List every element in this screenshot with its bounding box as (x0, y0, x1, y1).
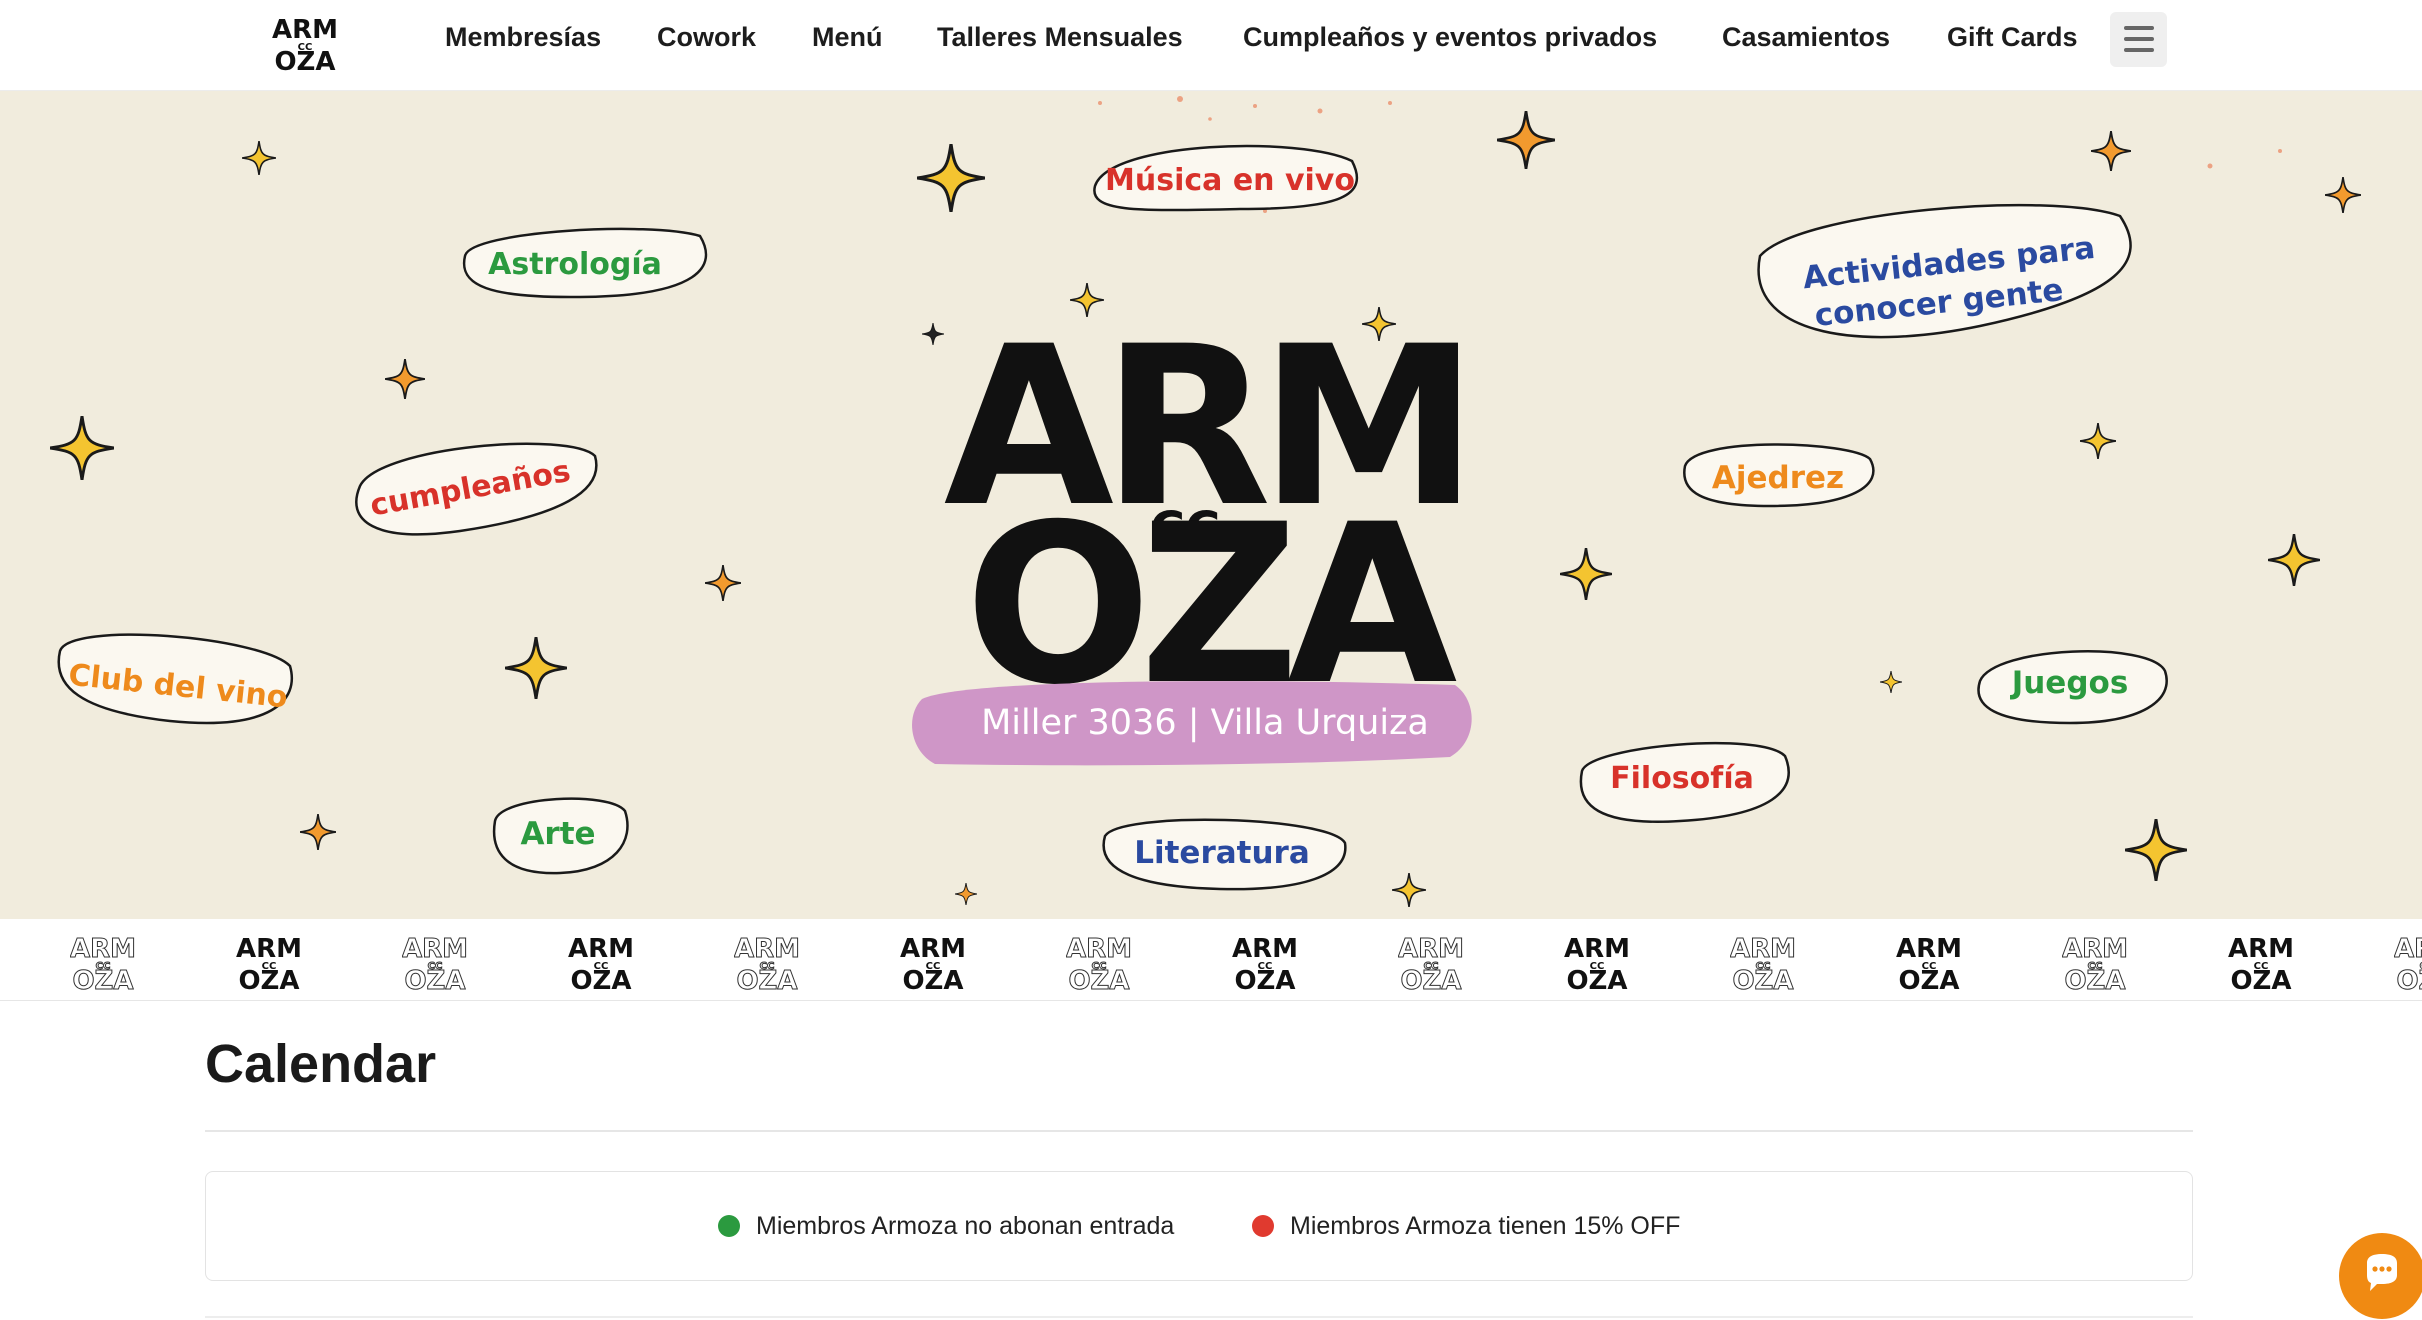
strip-logo-icon: ARMCCOZA (734, 934, 800, 994)
nav-talleres-mensuales[interactable]: Talleres Mensuales (937, 22, 1183, 53)
svg-text:OZA: OZA (736, 966, 797, 993)
svg-text:OZA: OZA (1732, 966, 1793, 993)
svg-text:Literatura: Literatura (1134, 835, 1310, 871)
tag-ajedrez: Ajedrez (1683, 443, 1875, 508)
nav-cumpleanos-eventos[interactable]: Cumpleaños y eventos privados (1243, 22, 1657, 53)
tag-filosofia: Filosofía (1579, 741, 1790, 823)
svg-text:ARM: ARM (1730, 934, 1796, 964)
svg-text:ARM: ARM (402, 934, 468, 964)
tag-club-del-vino: Club del vino (57, 633, 293, 725)
nav-gift-cards[interactable]: Gift Cards (1947, 22, 2078, 53)
strip-logo-icon: ARMCCOZA (1564, 934, 1630, 993)
svg-text:Juegos: Juegos (2010, 665, 2129, 701)
svg-text:OZA: OZA (1068, 966, 1129, 993)
svg-text:ARM: ARM (900, 934, 966, 964)
strip-logo-icon: ARMCCOZA (1896, 934, 1962, 993)
nav-cowork[interactable]: Cowork (657, 22, 756, 53)
svg-text:OZA: OZA (238, 966, 299, 993)
armoza-logo[interactable]: ARM CC OZA (272, 8, 338, 74)
svg-text:ARM: ARM (1564, 934, 1630, 964)
svg-text:ARM: ARM (236, 934, 302, 964)
tag-astrologia: Astrología (462, 227, 708, 299)
tag-actividades-conocer-gente: Actividades para conocer gente (1757, 203, 2132, 339)
green-dot-icon (718, 1215, 740, 1237)
strip-logo-icon: ARMCCOZA (568, 934, 634, 993)
site-header: ARM CC OZA Membresías Cowork Menú Taller… (0, 0, 2422, 91)
svg-text:Ajedrez: Ajedrez (1712, 460, 1844, 496)
svg-text:ARM: ARM (70, 934, 136, 964)
svg-text:OZA: OZA (404, 966, 465, 993)
chat-button[interactable] (2339, 1233, 2422, 1319)
strip-logo-icon: ARMCCOZA (236, 934, 302, 993)
strip-logo-icon: ARMCCOZA (1066, 934, 1132, 994)
svg-text:Arte: Arte (520, 816, 595, 852)
hamburger-menu-button[interactable] (2110, 12, 2167, 67)
svg-text:ARM: ARM (1232, 934, 1298, 964)
svg-text:OZA: OZA (2064, 966, 2125, 993)
svg-text:OZA: OZA (902, 966, 963, 993)
chat-bubble-icon (2367, 1254, 2397, 1291)
strip-logo-icon: ARMCCOZA (2394, 934, 2422, 994)
svg-text:Filosofía: Filosofía (1610, 761, 1754, 796)
strip-logo-icon: ARMCCOZA (2228, 934, 2294, 993)
nav-casamientos[interactable]: Casamientos (1722, 22, 1890, 53)
divider (205, 1130, 2193, 1132)
svg-text:OZA: OZA (1234, 966, 1295, 993)
legend-item-no-abonan: Miembros Armoza no abonan entrada (718, 1212, 1174, 1241)
svg-text:Astrología: Astrología (488, 247, 662, 282)
strip-logo-icon: ARMCCOZA (1232, 934, 1298, 993)
svg-text:OZA: OZA (72, 966, 133, 993)
legend-item-15-off: Miembros Armoza tienen 15% OFF (1252, 1212, 1680, 1241)
tag-arte: Arte (492, 797, 629, 875)
address-band: Miller 3036 | Villa Urquiza (912, 681, 1472, 766)
svg-text:Música en vivo: Música en vivo (1105, 163, 1355, 198)
tag-cumpleanos: cumpleaños (355, 442, 598, 536)
svg-text:ARM: ARM (2228, 934, 2294, 964)
svg-text:ARM: ARM (1066, 934, 1132, 964)
svg-text:ARM: ARM (2394, 934, 2422, 964)
svg-text:ARM: ARM (272, 15, 338, 45)
tag-juegos: Juegos (1977, 650, 2168, 725)
red-dot-icon (1252, 1215, 1274, 1237)
svg-text:OZA: OZA (2230, 966, 2291, 993)
logo-strip: ARM CC OZA ARM CC OZA ARM CC OZA ARM CC OZA ARM CC OZA… (0, 919, 2422, 1001)
tag-literatura: Literatura (1102, 818, 1347, 891)
hero-illustration: Música en vivo Astrología Actividades pa… (50, 96, 2361, 907)
nav-membresias[interactable]: Membresías (445, 22, 601, 53)
svg-text:ARM: ARM (1896, 934, 1962, 964)
strip-logo-icon: ARMCCOZA (900, 934, 966, 993)
svg-text:OZA: OZA (1898, 966, 1959, 993)
svg-text:ARM: ARM (1398, 934, 1464, 964)
svg-text:ARM: ARM (2062, 934, 2128, 964)
strip-logo-icon: ARMCCOZA (1730, 934, 1796, 994)
svg-text:ARM: ARM (734, 934, 800, 964)
hero-logo: ARM CC OZA (944, 299, 1479, 733)
strip-logo-icon: ARMCCOZA (2062, 934, 2128, 994)
strip-logo-icon: ARMCCOZA (70, 934, 136, 994)
svg-text:OZA: OZA (1566, 966, 1627, 993)
svg-text:OZA: OZA (1400, 966, 1461, 993)
tag-musica-en-vivo: Música en vivo (1093, 144, 1358, 212)
svg-text:OZA: OZA (2396, 966, 2422, 993)
strip-logo-icon: ARMCCOZA (1398, 934, 1464, 994)
divider (205, 1316, 2193, 1318)
calendar-legend: Miembros Armoza no abonan entrada Miembr… (205, 1171, 2193, 1281)
nav-menu[interactable]: Menú (812, 22, 883, 53)
strip-logo-icon: ARMCCOZA (402, 934, 468, 994)
hamburger-icon (2124, 26, 2154, 30)
calendar-title: Calendar (205, 1034, 437, 1094)
svg-text:OZA: OZA (570, 966, 631, 993)
svg-text:ARM: ARM (568, 934, 634, 964)
svg-text:OZA: OZA (274, 47, 335, 74)
address-text: Miller 3036 | Villa Urquiza (981, 703, 1429, 743)
hero-banner: Música en vivo Astrología Actividades pa… (0, 91, 2422, 919)
